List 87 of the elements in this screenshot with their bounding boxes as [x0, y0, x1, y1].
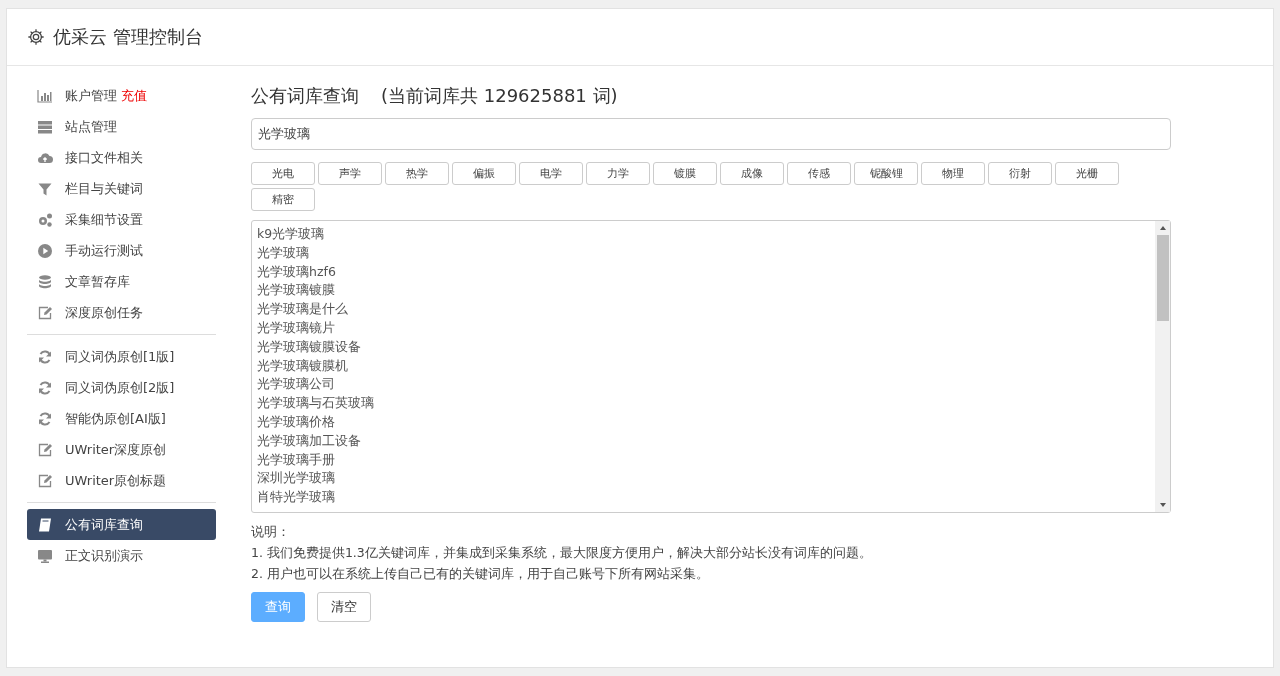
- database-icon: [37, 273, 53, 290]
- sidebar-item-label: 接口文件相关: [65, 148, 143, 167]
- result-item: 光学玻璃镀膜: [257, 281, 336, 300]
- tag-button[interactable]: 偏振: [452, 162, 516, 185]
- monitor-icon: [37, 547, 53, 564]
- edit-icon: [37, 441, 53, 458]
- result-item: 肖特光学玻璃: [257, 488, 336, 507]
- sidebar-item-label: 同义词伪原创[1版]: [65, 347, 175, 366]
- refresh-icon: [37, 410, 53, 427]
- result-item: 光学玻璃是什么: [257, 300, 349, 319]
- tag-button[interactable]: 光电: [251, 162, 315, 185]
- tag-button[interactable]: 铌酸锂: [854, 162, 918, 185]
- sidebar-item-label: 采集细节设置: [65, 210, 143, 229]
- sidebar-item[interactable]: 文章暂存库: [27, 266, 216, 297]
- scrollbar[interactable]: [1155, 221, 1170, 512]
- sidebar-item[interactable]: 正文识别演示: [27, 540, 216, 571]
- console-title: 优采云 管理控制台: [53, 25, 203, 49]
- tag-button[interactable]: 传感: [787, 162, 851, 185]
- play-icon: [37, 242, 53, 259]
- server-icon: [37, 118, 53, 135]
- result-item: 光学玻璃: [257, 243, 310, 262]
- tag-button[interactable]: 力学: [586, 162, 650, 185]
- tag-button[interactable]: 衍射: [988, 162, 1052, 185]
- word-count-note: (当前词库共 129625881 词): [381, 84, 618, 108]
- sidebar-item[interactable]: 采集细节设置: [27, 204, 216, 235]
- sidebar-item-label: 文章暂存库: [65, 272, 130, 291]
- recharge-link[interactable]: 充值: [121, 86, 147, 105]
- result-item: 光学玻璃镀膜设备: [257, 337, 362, 356]
- refresh-icon: [37, 348, 53, 365]
- settings-icon: [27, 28, 45, 46]
- refresh-icon: [37, 379, 53, 396]
- scroll-down-icon[interactable]: [1158, 502, 1167, 508]
- tag-button[interactable]: 精密: [251, 188, 315, 211]
- sidebar-item-label: 账户管理: [65, 86, 117, 105]
- search-field[interactable]: 光学玻璃: [251, 118, 1171, 150]
- edit-icon: [37, 304, 53, 321]
- result-item: 光学玻璃与石英玻璃: [257, 394, 375, 413]
- tag-button[interactable]: 成像: [720, 162, 784, 185]
- sidebar-item-label: 同义词伪原创[2版]: [65, 378, 175, 397]
- note-text: 2. 用户也可以在系统上传自己已有的关键词库，用于自己账号下所有网站采集。: [251, 565, 710, 583]
- tag-button[interactable]: 声学: [318, 162, 382, 185]
- scrollbar-thumb[interactable]: [1156, 235, 1169, 321]
- bar-chart-icon: [37, 87, 53, 104]
- sidebar-item[interactable]: 接口文件相关: [27, 142, 216, 173]
- tag-button[interactable]: 热学: [385, 162, 449, 185]
- sidebar-item[interactable]: UWriter原创标题: [27, 465, 216, 496]
- sidebar-item-label: 站点管理: [65, 117, 117, 136]
- edit-icon: [37, 472, 53, 489]
- sidebar-item-label: 正文识别演示: [65, 546, 143, 565]
- result-item: 光学玻璃加工设备: [257, 431, 362, 450]
- tag-button[interactable]: 电学: [519, 162, 583, 185]
- gears-icon: [37, 211, 53, 228]
- sidebar-item[interactable]: 深度原创任务: [27, 297, 216, 328]
- result-item: 光学玻璃价格: [257, 412, 336, 431]
- result-item: 光学玻璃手册: [257, 450, 336, 469]
- result-item: 光学玻璃镀膜机: [257, 356, 349, 375]
- sidebar-item-label: 智能伪原创[AI版]: [65, 409, 166, 428]
- tag-button[interactable]: 物理: [921, 162, 985, 185]
- sidebar-item[interactable]: 公有词库查询: [27, 509, 216, 540]
- book-icon: [37, 516, 53, 533]
- sidebar-item[interactable]: 同义词伪原创[1版]: [27, 341, 216, 372]
- sidebar-item-label: 深度原创任务: [65, 303, 143, 322]
- page-title: 公有词库查询: [251, 84, 359, 108]
- sidebar-item[interactable]: 账户管理 充值: [27, 80, 216, 111]
- sidebar-item-label: 手动运行测试: [65, 241, 143, 260]
- sidebar-item[interactable]: 同义词伪原创[2版]: [27, 372, 216, 403]
- sidebar-item[interactable]: UWriter深度原创: [27, 434, 216, 465]
- clear-button[interactable]: 清空: [317, 592, 371, 622]
- note-text: 1. 我们免费提供1.3亿关键词库，并集成到采集系统，最大限度方便用户，解决大部分站长没有词库的问题。: [251, 544, 873, 562]
- sidebar-item-label: UWriter深度原创: [65, 440, 167, 459]
- notes-heading: 说明：: [251, 523, 291, 541]
- result-item: k9光学玻璃: [257, 225, 326, 243]
- sidebar-item-label: 栏目与关键词: [65, 179, 143, 198]
- result-item: 光学玻璃公司: [257, 375, 336, 394]
- tag-button[interactable]: 光栅: [1055, 162, 1119, 185]
- sidebar-item[interactable]: 站点管理: [27, 111, 216, 142]
- results-list[interactable]: k9光学玻璃 光学玻璃 光学玻璃hzf6 光学玻璃镀膜 光学玻璃是什么 光学玻璃镜片 光学玻璃镀膜设备 光学玻璃镀膜机 光学玻璃公司 光学玻璃与石英玻璃 光学玻璃价格 光学玻璃加工设备 光学玻璃手册 深圳光学玻璃 肖特光学玻璃: [251, 220, 1171, 513]
- sidebar-item-label: 公有词库查询: [65, 515, 143, 534]
- result-item: 光学玻璃hzf6: [257, 262, 337, 281]
- sidebar-item-label: UWriter原创标题: [65, 471, 167, 490]
- scroll-up-icon[interactable]: [1158, 225, 1167, 231]
- sidebar-item[interactable]: 手动运行测试: [27, 235, 216, 266]
- sidebar-item[interactable]: 智能伪原创[AI版]: [27, 403, 216, 434]
- result-item: 光学玻璃镜片: [257, 319, 336, 337]
- tag-button[interactable]: 镀膜: [653, 162, 717, 185]
- sidebar-item[interactable]: 栏目与关键词: [27, 173, 216, 204]
- result-item: 深圳光学玻璃: [257, 469, 336, 488]
